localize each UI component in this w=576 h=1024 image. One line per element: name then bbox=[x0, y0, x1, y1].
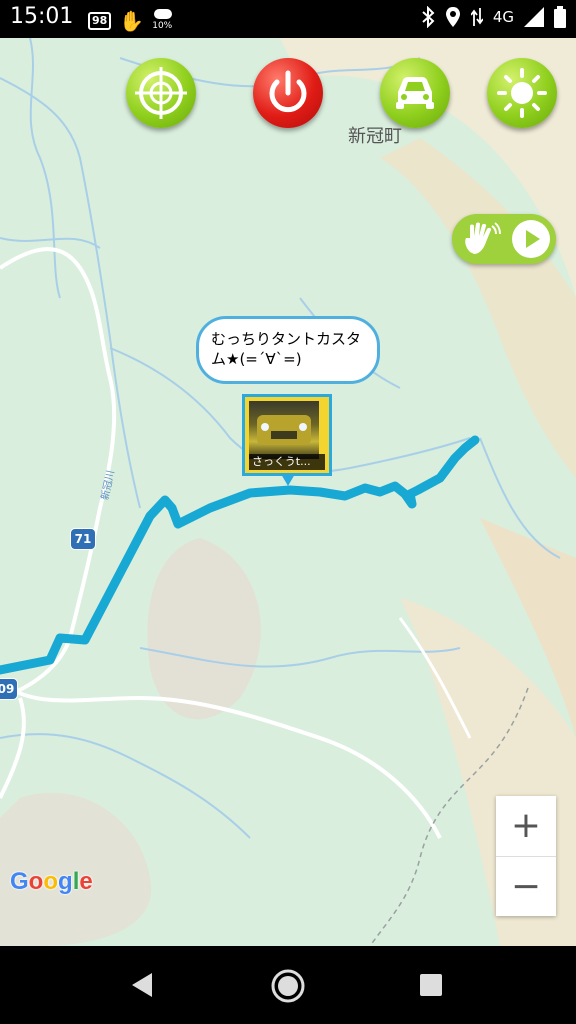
zoom-in-button[interactable]: + bbox=[496, 796, 556, 856]
google-logo-letter: e bbox=[79, 868, 93, 895]
google-logo: Google bbox=[10, 868, 93, 896]
battery-icon bbox=[554, 6, 566, 28]
play-button[interactable] bbox=[512, 220, 550, 258]
car-icon bbox=[396, 77, 434, 109]
brightness-button[interactable] bbox=[487, 58, 557, 128]
route-shield-edge: 09 bbox=[0, 678, 18, 700]
user-speech-bubble[interactable]: むっちりタントカスタム★(=´∀`=) bbox=[196, 316, 380, 384]
system-nav-bar bbox=[0, 946, 576, 1024]
status-bar: 15:01 98 ✋ 10% 4G bbox=[0, 0, 576, 38]
user-marker[interactable]: さっくうt... bbox=[242, 394, 332, 486]
weather-icon: 10% bbox=[152, 7, 178, 35]
bluetooth-icon bbox=[422, 6, 435, 28]
zoom-controls: + − bbox=[496, 796, 556, 916]
power-button[interactable] bbox=[253, 58, 323, 128]
network-type: 4G bbox=[492, 8, 514, 26]
google-logo-letter: g bbox=[58, 868, 73, 895]
route-shield: 71 bbox=[70, 528, 96, 550]
back-icon[interactable] bbox=[130, 972, 154, 998]
weather-percent: 10% bbox=[152, 21, 173, 31]
user-avatar-photo bbox=[249, 401, 319, 459]
hand-icon bbox=[465, 222, 501, 254]
sun-icon bbox=[497, 68, 547, 118]
play-icon bbox=[526, 230, 540, 248]
marker-pin bbox=[281, 474, 295, 486]
target-button[interactable] bbox=[126, 58, 196, 128]
signal-icon bbox=[524, 7, 544, 27]
status-time: 15:01 bbox=[10, 4, 74, 29]
crosshair-icon bbox=[135, 67, 187, 119]
hand-notification-icon: ✋ bbox=[119, 9, 145, 33]
home-icon[interactable] bbox=[270, 968, 306, 1004]
status-notifications: 98 ✋ 10% bbox=[88, 7, 178, 35]
zoom-out-button[interactable]: − bbox=[496, 856, 556, 917]
notification-badge: 98 bbox=[88, 12, 112, 30]
power-icon bbox=[269, 70, 307, 113]
location-icon bbox=[445, 7, 460, 27]
data-arrows-icon bbox=[470, 8, 483, 26]
google-logo-letter: G bbox=[10, 868, 29, 895]
google-logo-letter: o bbox=[43, 868, 59, 895]
gesture-play-toggle[interactable] bbox=[452, 214, 556, 264]
car-headlights bbox=[257, 415, 311, 445]
map-terrain bbox=[0, 38, 576, 946]
recents-icon[interactable] bbox=[420, 974, 442, 996]
google-logo-letter: o bbox=[28, 868, 44, 895]
car-button[interactable] bbox=[380, 58, 450, 128]
status-system-icons: 4G bbox=[421, 6, 566, 28]
map-view[interactable]: 新冠町 新冠川 71 09 むっちりタントカスタム★(=´∀`=) さっくうt.… bbox=[0, 38, 576, 946]
marker-caption: さっくうt... bbox=[249, 454, 325, 470]
